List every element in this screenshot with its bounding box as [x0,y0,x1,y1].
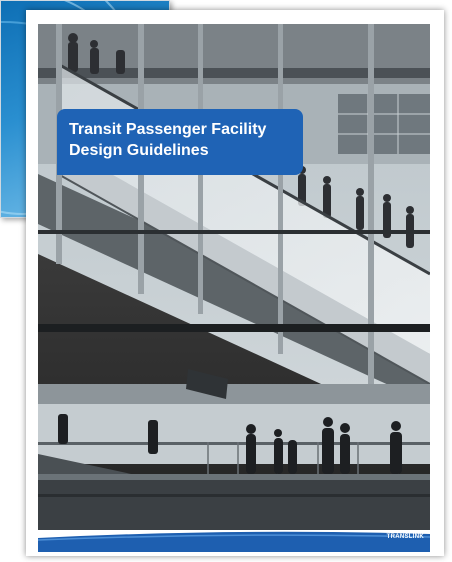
cover-title-line-2: Design Guidelines [69,142,209,159]
cover-photo-illustration [38,24,430,530]
document-stack: Transit Passenger Facility Design Guidel… [0,0,452,562]
document-cover: Transit Passenger Facility Design Guidel… [26,10,444,556]
cover-title-banner: Transit Passenger Facility Design Guidel… [57,109,303,175]
cover-footer-band: TRANSLINK [38,530,430,552]
translink-logo: TRANSLINK [386,534,424,540]
cover-title-line-1: Transit Passenger Facility [69,121,267,138]
cover-photo-escalator [38,24,430,530]
footer-swoosh [38,530,430,541]
